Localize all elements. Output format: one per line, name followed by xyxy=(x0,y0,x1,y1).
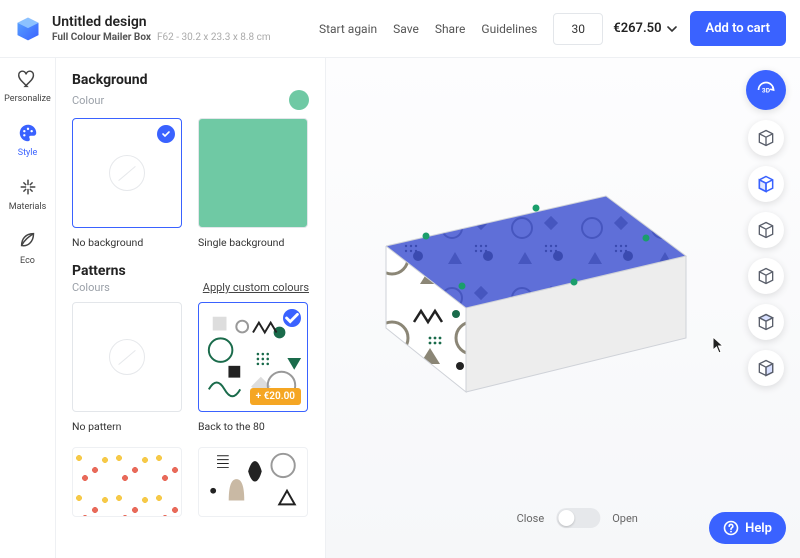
view-cube-5[interactable] xyxy=(748,304,784,340)
box-3d-render xyxy=(366,138,706,438)
start-again-link[interactable]: Start again xyxy=(319,22,377,36)
sparkle-icon xyxy=(17,176,39,198)
view-cube-4[interactable] xyxy=(748,258,784,294)
pattern-option-logo[interactable] xyxy=(72,447,182,517)
rail-materials[interactable]: Materials xyxy=(9,176,46,212)
rail-personalize[interactable]: Personalize xyxy=(4,68,51,104)
close-label: Close xyxy=(517,512,545,525)
patterns-heading: Patterns xyxy=(72,263,309,279)
svg-text:3D: 3D xyxy=(762,87,771,95)
check-icon xyxy=(283,309,301,327)
pattern-option-none[interactable] xyxy=(72,302,182,412)
none-icon xyxy=(109,155,145,191)
help-button[interactable]: Help xyxy=(709,512,786,544)
pattern-option-eighties[interactable]: + €20.00 xyxy=(198,302,308,412)
save-link[interactable]: Save xyxy=(393,22,419,36)
quantity-field[interactable]: 30 xyxy=(553,13,603,45)
preview-canvas[interactable]: Close Open xyxy=(326,58,800,558)
heart-icon xyxy=(16,68,38,90)
none-icon xyxy=(109,339,145,375)
cursor-icon xyxy=(712,336,726,354)
palette-icon xyxy=(17,122,39,144)
patterns-sub: Colours xyxy=(72,281,110,294)
colour-swatch[interactable] xyxy=(289,90,309,110)
leaf-icon xyxy=(17,230,39,252)
share-link[interactable]: Share xyxy=(435,22,466,36)
view-cube-1[interactable] xyxy=(748,120,784,156)
pattern-price-tag: + €20.00 xyxy=(250,388,301,405)
price-dropdown[interactable]: €267.50 xyxy=(613,21,677,36)
guidelines-link[interactable]: Guidelines xyxy=(481,22,537,36)
apply-custom-colours-link[interactable]: Apply custom colours xyxy=(203,281,309,294)
view-cube-6[interactable] xyxy=(748,350,784,386)
pattern-option-art[interactable] xyxy=(198,447,308,517)
view-cube-2[interactable] xyxy=(748,166,784,202)
background-sub: Colour xyxy=(72,94,104,107)
view-3d-button[interactable]: 3D xyxy=(746,70,786,110)
style-panel: Background Colour No background Single b… xyxy=(56,58,326,558)
app-logo xyxy=(14,15,42,43)
background-heading: Background xyxy=(72,72,309,88)
help-icon xyxy=(723,520,739,536)
bg-option-single[interactable] xyxy=(198,118,308,228)
chevron-down-icon xyxy=(666,23,678,35)
check-icon xyxy=(157,125,175,143)
product-subtitle: Full Colour Mailer BoxF62 - 30.2 x 23.3 … xyxy=(52,32,271,43)
add-to-cart-button[interactable]: Add to cart xyxy=(690,11,786,46)
rail-style[interactable]: Style xyxy=(17,122,39,158)
view-cube-3[interactable] xyxy=(748,212,784,248)
open-label: Open xyxy=(612,512,638,525)
rail-eco[interactable]: Eco xyxy=(17,230,39,266)
open-close-toggle[interactable] xyxy=(556,508,600,528)
bg-option-none[interactable] xyxy=(72,118,182,228)
design-title[interactable]: Untitled design xyxy=(52,14,271,30)
